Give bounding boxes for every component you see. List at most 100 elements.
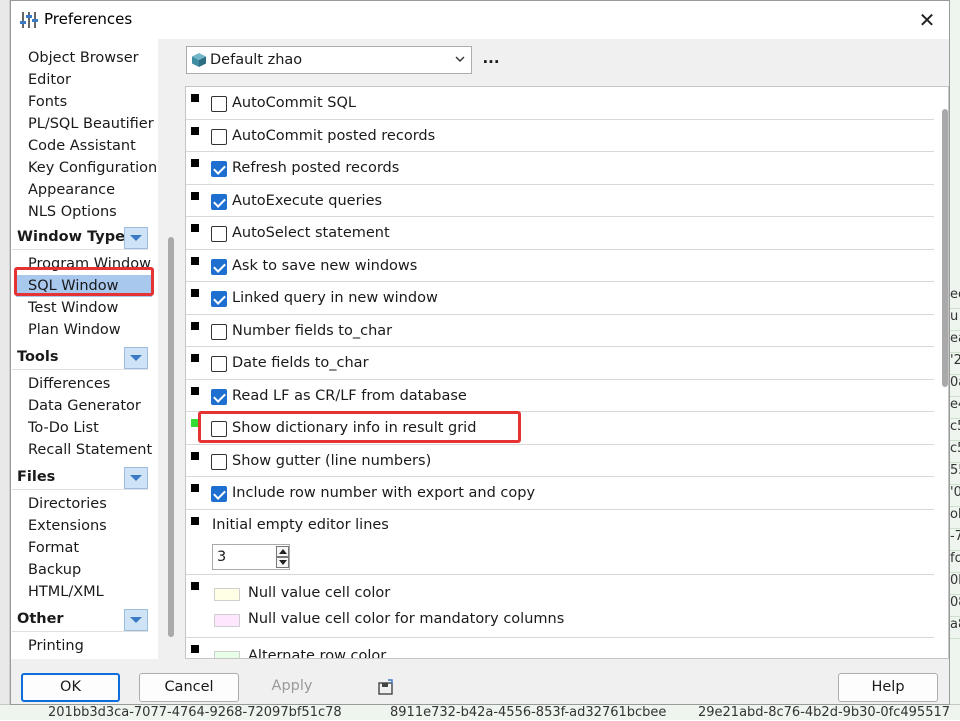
background-grid-cell: ea	[950, 331, 960, 353]
nav-item-to-do-list[interactable]: To-Do List	[28, 417, 99, 439]
option-label: Number fields to_char	[232, 322, 393, 339]
checkbox-date-fields-to-char[interactable]	[211, 356, 227, 372]
cancel-button[interactable]: Cancel	[139, 673, 239, 702]
chevron-down-icon	[130, 235, 142, 241]
spin-down-icon[interactable]	[276, 556, 289, 568]
nav-item-updates-news[interactable]: Updates & News	[28, 657, 148, 659]
nav-item-key-configuration[interactable]: Key Configuration	[28, 157, 157, 179]
nav-item-directories[interactable]: Directories	[28, 493, 107, 515]
background-grid-cell: 08	[950, 595, 960, 617]
background-grid-cell: 0b	[950, 573, 960, 595]
nav-item-fonts[interactable]: Fonts	[28, 91, 67, 113]
modified-marker	[191, 386, 199, 395]
collapse-toggle-icon[interactable]	[124, 609, 148, 631]
chevron-down-icon	[130, 355, 142, 361]
collapse-toggle-icon[interactable]	[124, 467, 148, 489]
modified-marker	[191, 451, 199, 460]
ok-button[interactable]: OK	[21, 673, 120, 702]
color-option-label: Null value cell color for mandatory colu…	[248, 610, 565, 627]
modified-marker	[191, 159, 199, 167]
nav-item-pl-sql-beautifier[interactable]: PL/SQL Beautifier	[28, 113, 154, 135]
checkbox-read-lf-as-cr-lf-from-database[interactable]	[211, 388, 227, 405]
dialog-title: Preferences	[44, 10, 133, 28]
nav-item-test-window[interactable]: Test Window	[28, 297, 118, 319]
checkbox-autocommit-sql[interactable]	[211, 96, 227, 112]
option-label: Date fields to_char	[232, 355, 369, 371]
nav-section-label: Tools	[17, 349, 59, 365]
background-grid-cell: c5	[950, 419, 960, 441]
checkbox-ask-to-save-new-windows[interactable]	[211, 258, 227, 275]
help-button[interactable]: Help	[838, 673, 938, 702]
alternate-row-color-row: Alternate row color	[186, 638, 934, 658]
color-swatch[interactable]	[214, 650, 240, 658]
checkbox-autocommit-posted-records[interactable]	[211, 128, 227, 145]
nav-item-object-browser[interactable]: Object Browser	[28, 47, 139, 69]
nav-section-files: Files	[12, 466, 148, 490]
close-button[interactable]: ✕	[909, 5, 945, 35]
apply-button[interactable]: Apply	[242, 673, 342, 702]
background-grid-cell: e4	[950, 397, 960, 419]
nav-item-format[interactable]: Format	[28, 537, 79, 559]
color-swatch[interactable]	[214, 613, 240, 627]
background-grid-cell: 0a	[950, 375, 960, 397]
profile-more-button[interactable]: ...	[481, 49, 501, 71]
checkbox-include-row-number-with-export-and-copy[interactable]	[211, 486, 227, 502]
null-colors-row: Null value cell color Null value cell col…	[186, 575, 934, 638]
nav-item-printing[interactable]: Printing	[28, 635, 84, 657]
color-swatch[interactable]	[214, 587, 240, 601]
nav-section-tools: Tools	[12, 346, 148, 370]
navigation-scrollbar[interactable]	[168, 237, 174, 637]
background-grid-cell: ec	[950, 287, 960, 309]
options-scrollbar[interactable]	[942, 109, 948, 387]
background-grid-cell: fo	[950, 551, 960, 573]
nav-item-differences[interactable]: Differences	[28, 373, 110, 395]
collapse-toggle-icon[interactable]	[124, 227, 148, 249]
option-row: Read LF as CR/LF from database	[186, 380, 934, 412]
nav-item-editor[interactable]: Editor	[28, 69, 71, 91]
nav-item-nls-options[interactable]: NLS Options	[28, 201, 117, 223]
nav-item-recall-statement[interactable]: Recall Statement	[28, 439, 152, 461]
background-grid-cell: -7	[950, 529, 960, 551]
save-preferences-icon[interactable]	[377, 679, 395, 695]
nav-item-code-assistant[interactable]: Code Assistant	[28, 135, 136, 157]
checkbox-autoexecute-queries[interactable]	[211, 193, 227, 210]
option-label: AutoExecute queries	[232, 192, 383, 209]
nav-item-plan-window[interactable]: Plan Window	[28, 319, 121, 341]
option-label: Linked query in new window	[232, 290, 438, 306]
option-row: Show gutter (line numbers)	[186, 445, 934, 477]
checkbox-show-gutter-line-numbers[interactable]	[211, 453, 227, 470]
background-app-left-edge	[0, 0, 10, 720]
spin-up-icon[interactable]	[276, 545, 289, 557]
checkbox-linked-query-in-new-window[interactable]	[211, 291, 227, 307]
collapse-toggle-icon[interactable]	[124, 347, 148, 369]
modified-marker	[191, 126, 199, 135]
option-row: Ask to save new windows	[186, 250, 934, 282]
nav-section-label: Window Types	[17, 229, 134, 245]
option-label: Refresh posted records	[232, 160, 400, 176]
profile-dropdown[interactable]: Default zhao	[186, 46, 472, 74]
nav-item-appearance[interactable]: Appearance	[28, 179, 115, 201]
nav-item-data-generator[interactable]: Data Generator	[28, 395, 141, 417]
nav-item-backup[interactable]: Backup	[28, 559, 81, 581]
nav-section-window-types: Window Types	[12, 226, 148, 250]
checkbox-number-fields-to-char[interactable]	[211, 323, 227, 340]
nav-item-extensions[interactable]: Extensions	[28, 515, 107, 537]
nav-section-label: Other	[17, 611, 64, 627]
profile-dropdown-value: Default zhao	[210, 52, 303, 68]
nav-section-other: Other	[12, 608, 148, 632]
preferences-navigation: Object Browser Editor Fonts PL/SQL Beautifi…	[11, 39, 158, 659]
nav-item-html-xml[interactable]: HTML/XML	[28, 581, 104, 603]
checkbox-refresh-posted-records[interactable]	[211, 161, 227, 177]
option-label: Read LF as CR/LF from database	[232, 387, 467, 404]
modified-marker	[191, 484, 199, 492]
initial-lines-spinner[interactable]: 3	[212, 543, 290, 570]
background-grid-cell: c5	[950, 441, 960, 463]
background-result-grid-bottom: 201bb3d3ca-7077-4764-9268-72097bf51c78 89…	[0, 704, 960, 720]
option-row: Number fields to_char	[186, 315, 934, 347]
checkbox-autoselect-statement[interactable]	[211, 226, 227, 242]
initial-lines-value: 3	[217, 548, 227, 565]
option-row: Linked query in new window	[186, 282, 934, 315]
background-grid-cell: 29e21abd-8c76-4b2d-9b30-0fc4955170	[698, 705, 950, 720]
chevron-down-icon	[130, 617, 142, 623]
option-label: AutoSelect statement	[232, 225, 390, 241]
